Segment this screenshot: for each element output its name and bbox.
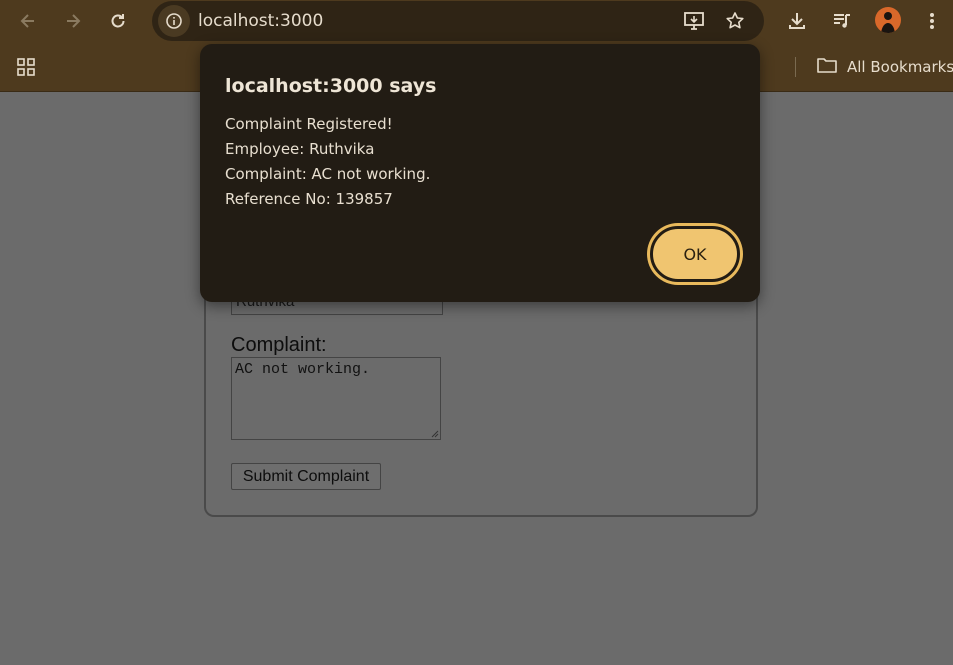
dialog-message-line: Complaint: AC not working. <box>225 165 431 183</box>
alert-dialog: localhost:3000 says Complaint Registered… <box>200 44 760 302</box>
star-icon <box>726 12 744 29</box>
resize-handle-icon[interactable] <box>429 428 439 438</box>
more-vert-icon <box>930 13 934 29</box>
complaint-text: AC not working. <box>235 361 371 378</box>
install-desktop-icon <box>684 12 704 30</box>
install-app-button[interactable] <box>678 5 710 37</box>
all-bookmarks-folder-icon <box>816 56 838 79</box>
arrow-left-icon <box>20 14 34 28</box>
address-bar[interactable]: localhost:3000 <box>152 1 764 41</box>
info-icon <box>166 13 182 29</box>
apps-grid-icon <box>17 58 35 76</box>
ok-button[interactable]: OK <box>650 226 740 282</box>
bookmarks-divider <box>795 57 796 77</box>
bookmark-star-button[interactable] <box>719 5 751 37</box>
arrow-right-icon <box>67 14 81 28</box>
dialog-message-line: Complaint Registered! <box>225 115 393 133</box>
media-controls-button[interactable] <box>826 5 858 37</box>
browser-toolbar: localhost:3000 <box>0 0 953 42</box>
queue-music-icon <box>834 14 850 28</box>
profile-avatar[interactable] <box>875 7 901 33</box>
browser-menu-button[interactable] <box>916 5 948 37</box>
submit-complaint-button[interactable]: Submit Complaint <box>231 463 381 490</box>
all-bookmarks-link[interactable]: All Bookmarks <box>847 58 953 76</box>
dialog-message-line: Reference No: 139857 <box>225 190 393 208</box>
reload-button[interactable] <box>102 5 134 37</box>
dialog-message-line: Employee: Ruthvika <box>225 140 375 158</box>
downloads-button[interactable] <box>781 5 813 37</box>
site-info-button[interactable] <box>158 5 190 37</box>
avatar-icon <box>881 12 895 33</box>
complaint-textarea[interactable]: AC not working. <box>231 357 441 440</box>
download-icon <box>789 13 805 29</box>
dialog-title: localhost:3000 says <box>225 75 437 97</box>
back-button[interactable] <box>12 5 44 37</box>
url-text[interactable]: localhost:3000 <box>198 11 323 31</box>
reload-icon <box>111 14 125 28</box>
complaint-label: Complaint: <box>231 334 327 356</box>
forward-button[interactable] <box>57 5 89 37</box>
apps-button[interactable] <box>10 51 42 83</box>
